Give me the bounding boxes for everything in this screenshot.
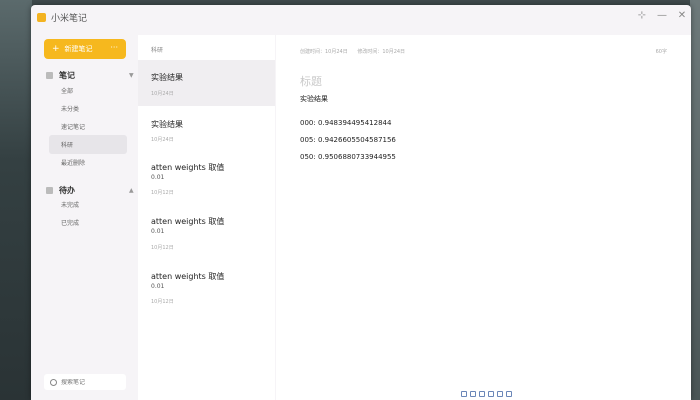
note-title-input[interactable]: 标题 [300,73,322,89]
sidebar-item-incomplete[interactable]: 未完成 [49,195,127,214]
format-toolbar [461,391,512,397]
created-time: 创建时间：10月24日 [300,49,348,55]
note-date: 10月24日 [151,137,174,143]
note-body-line[interactable]: 005: 0.9426605504587156 [300,136,396,144]
notes-section-header[interactable]: 笔记 ▼ [46,70,134,81]
note-title: atten weights 取值 [151,217,225,226]
note-metadata: 创建时间：10月24日 修改时间：10月24日 [300,48,413,55]
image-icon[interactable] [461,391,467,397]
desktop-background-right [690,0,700,400]
sidebar-item-uncategorized[interactable]: 未分类 [49,99,127,118]
note-body-line[interactable]: 实验结果 [300,94,328,104]
note-card[interactable]: atten weights 取值 0.01 10月12日 [138,156,275,210]
notes-icon [46,72,53,79]
title-bar: 小米笔记 ⊹ — ✕ [31,5,691,31]
sidebar-item-completed[interactable]: 已完成 [49,213,127,232]
sidebar-item-research[interactable]: 科研 [49,135,127,154]
note-title: 实验结果 [151,73,183,82]
minimize-button[interactable]: — [655,10,669,21]
note-card[interactable]: 实验结果 10月24日 [138,60,275,106]
note-card[interactable]: atten weights 取值 0.01 10月12日 [138,210,275,264]
note-body-line[interactable]: 000: 0.948394495412844 [300,119,391,127]
note-date: 10月24日 [151,91,174,97]
note-date: 10月12日 [151,245,174,251]
app-title: 小米笔记 [51,14,88,24]
sidebar-item-quick-notes[interactable]: 速记笔记 [49,117,127,136]
close-button[interactable]: ✕ [675,10,689,21]
undo-icon[interactable] [488,391,494,397]
settings-icon[interactable] [506,391,512,397]
notes-window: 小米笔记 ⊹ — ✕ + 新建笔记 ··· 笔记 ▼ 全部 未分类 速记笔记 科… [31,5,691,400]
more-options-icon[interactable]: ··· [110,43,118,52]
note-title: atten weights 取值 [151,163,225,172]
sidebar: + 新建笔记 ··· 笔记 ▼ 全部 未分类 速记笔记 科研 最近删除 待办 ▲… [31,31,136,400]
note-editor[interactable]: 创建时间：10月24日 修改时间：10月24日 60字 标题 实验结果 000:… [276,35,691,400]
sidebar-item-all[interactable]: 全部 [49,81,127,100]
search-icon [50,378,57,386]
char-count: 60字 [655,49,667,55]
note-title: 实验结果 [151,120,183,129]
plus-icon: + [52,44,60,54]
sidebar-item-recently-deleted[interactable]: 最近删除 [49,153,127,172]
note-title: atten weights 取值 [151,272,225,281]
note-list: 科研 实验结果 10月24日 实验结果 10月24日 atten weights… [138,35,275,400]
modified-time: 修改时间：10月24日 [357,49,406,55]
checklist-icon[interactable] [470,391,476,397]
note-preview: 0.01 [151,283,165,290]
chevron-down-icon: ▼ [129,72,134,79]
note-preview: 0.01 [151,174,165,181]
desktop-background [0,0,32,400]
list-header: 科研 [151,47,164,54]
notes-app-icon [37,13,46,22]
new-note-label: 新建笔记 [64,45,93,53]
note-preview: 0.01 [151,228,165,235]
note-date: 10月12日 [151,299,174,305]
search-input[interactable] [61,378,121,386]
note-date: 10月12日 [151,190,174,196]
note-card[interactable]: atten weights 取值 0.01 10月12日 [138,264,275,318]
note-body-line[interactable]: 050: 0.9506880733944955 [300,153,396,161]
chevron-up-icon: ▲ [129,187,134,194]
text-format-icon[interactable] [479,391,485,397]
redo-icon[interactable] [497,391,503,397]
notes-section-label: 笔记 [59,71,75,80]
search-box[interactable] [44,374,126,390]
todo-icon [46,187,53,194]
new-note-button[interactable]: + 新建笔记 ··· [44,39,126,59]
note-card[interactable]: 实验结果 10月24日 [138,106,275,156]
pin-icon[interactable]: ⊹ [635,10,649,21]
